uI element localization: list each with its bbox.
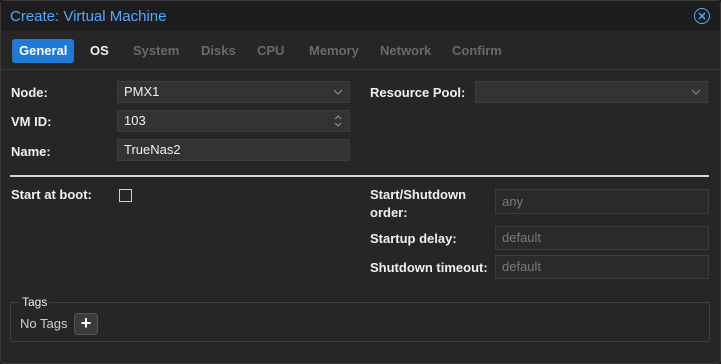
wizard-tabs: General OS System Disks CPU Memory Netwo… (1, 31, 720, 70)
title-bar: Create: Virtual Machine (1, 1, 720, 31)
start-shutdown-order-input[interactable]: any (495, 189, 709, 214)
startup-delay-placeholder: default (502, 230, 542, 245)
tab-os[interactable]: OS (90, 39, 109, 63)
tab-network[interactable]: Network (380, 39, 431, 63)
start-shutdown-order-placeholder: any (502, 194, 523, 209)
spinner-updown-icon[interactable] (333, 111, 343, 138)
startup-delay-input[interactable]: default (495, 226, 709, 250)
shutdown-timeout-label: Shutdown timeout: (370, 260, 488, 275)
tab-system[interactable]: System (133, 39, 179, 63)
name-input[interactable]: TrueNas2 (117, 139, 350, 161)
vmid-value: 103 (124, 113, 146, 128)
close-icon[interactable] (694, 8, 710, 24)
node-select[interactable]: PMX1 (117, 81, 350, 103)
name-value: TrueNas2 (124, 142, 181, 157)
node-value: PMX1 (124, 84, 160, 99)
tab-confirm[interactable]: Confirm (452, 39, 502, 63)
node-label: Node: (11, 85, 48, 100)
vmid-label: VM ID: (11, 114, 52, 129)
chevron-down-icon[interactable] (333, 82, 343, 109)
vmid-spinner[interactable]: 103 (117, 110, 350, 132)
start-shutdown-order-label-line1: Start/Shutdown (370, 187, 467, 202)
start-at-boot-label: Start at boot: (11, 187, 92, 202)
plus-icon: + (80, 313, 92, 333)
name-label: Name: (11, 144, 51, 159)
section-divider (10, 175, 709, 177)
chevron-down-icon[interactable] (691, 82, 701, 109)
tab-memory[interactable]: Memory (309, 39, 359, 63)
tab-disks[interactable]: Disks (201, 39, 236, 63)
create-vm-dialog: Create: Virtual Machine General OS Syste… (0, 0, 721, 364)
no-tags-text: No Tags (20, 316, 68, 331)
tab-cpu[interactable]: CPU (257, 39, 284, 63)
shutdown-timeout-placeholder: default (502, 259, 542, 274)
add-tag-button[interactable]: + (74, 313, 98, 335)
tab-general[interactable]: General (12, 39, 75, 63)
dialog-title: Create: Virtual Machine (10, 8, 167, 25)
tags-fieldset (10, 302, 710, 342)
start-at-boot-checkbox[interactable] (119, 189, 132, 202)
shutdown-timeout-input[interactable]: default (495, 255, 709, 279)
resource-pool-label: Resource Pool: (370, 85, 466, 100)
startup-delay-label: Startup delay: (370, 231, 457, 246)
resource-pool-select[interactable] (475, 81, 708, 103)
start-shutdown-order-label-line2: order: (370, 205, 408, 220)
tags-legend: Tags (20, 295, 50, 309)
